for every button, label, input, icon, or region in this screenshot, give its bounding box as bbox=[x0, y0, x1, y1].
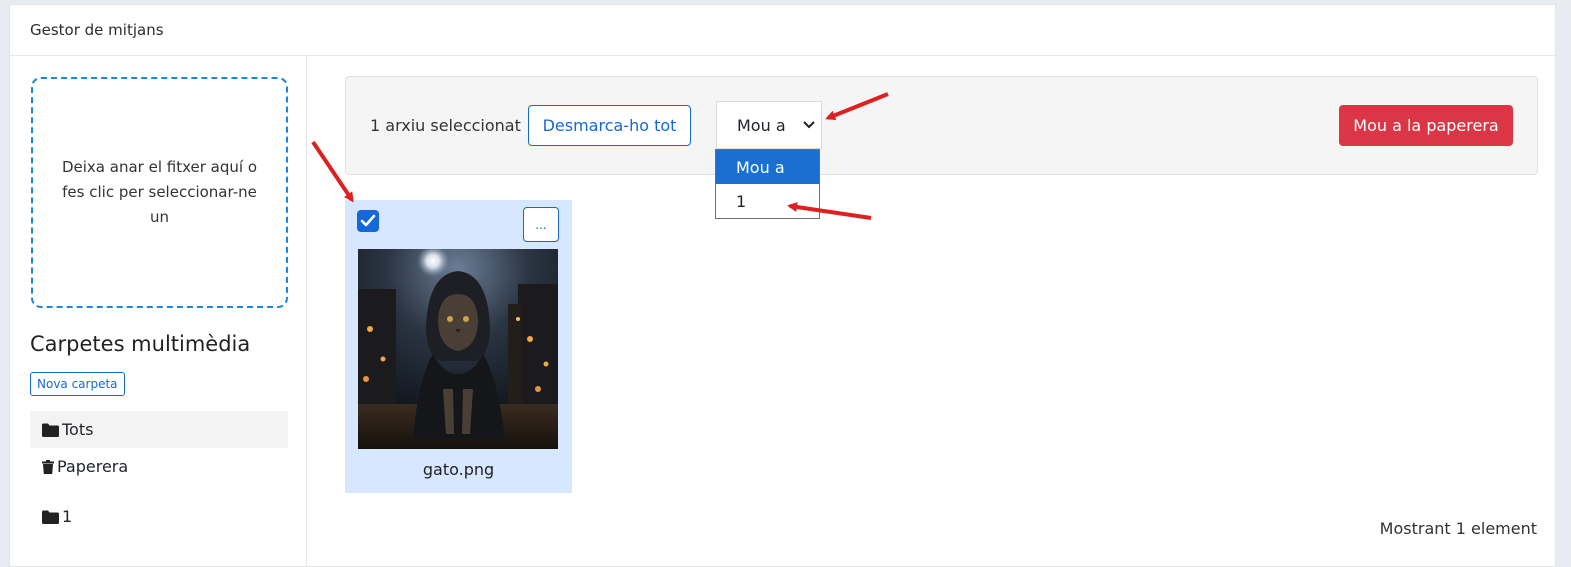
move-to-trash-button[interactable]: Mou a la paperera bbox=[1339, 105, 1513, 146]
media-filename: gato.png bbox=[422, 460, 495, 479]
new-folder-button[interactable]: Nova carpeta bbox=[30, 372, 125, 396]
media-options-button[interactable]: ... bbox=[523, 207, 559, 242]
sidebar-item-trash[interactable]: Paperera bbox=[30, 448, 288, 485]
move-to-select-value: Mou a bbox=[737, 115, 786, 135]
folder-icon bbox=[42, 423, 59, 437]
dropdown-option-move-to[interactable]: Mou a bbox=[716, 150, 819, 184]
media-card[interactable]: ... gato.png bbox=[345, 200, 572, 493]
file-dropzone[interactable]: Deixa anar el fitxer aquí o fes clic per… bbox=[31, 77, 288, 308]
sidebar-item-folder-1[interactable]: 1 bbox=[30, 498, 288, 535]
main-content: 1 arxiu seleccionat Desmarca-ho tot Mou … bbox=[307, 56, 1555, 566]
selection-toolbar: 1 arxiu seleccionat Desmarca-ho tot Mou … bbox=[345, 76, 1538, 175]
dropzone-text: Deixa anar el fitxer aquí o fes clic per… bbox=[61, 158, 257, 226]
panel-header: Gestor de mitjans bbox=[10, 5, 1555, 56]
sidebar-item-all[interactable]: Tots bbox=[30, 411, 288, 448]
move-to-dropdown-list[interactable]: Mou a 1 bbox=[715, 149, 820, 219]
item-count-text: Mostrant 1 element bbox=[1379, 519, 1537, 538]
page-title: Gestor de mitjans bbox=[30, 21, 164, 39]
media-thumbnail[interactable] bbox=[358, 249, 558, 449]
selection-count-text: 1 arxiu seleccionat bbox=[370, 116, 521, 135]
trash-icon bbox=[42, 459, 54, 474]
move-to-select[interactable]: Mou a bbox=[716, 101, 822, 149]
media-select-checkbox[interactable] bbox=[357, 210, 379, 232]
sidebar-item-label: Tots bbox=[62, 420, 94, 439]
chevron-down-icon bbox=[803, 121, 815, 129]
folders-title: Carpetes multimèdia bbox=[30, 332, 251, 356]
folder-icon bbox=[42, 510, 59, 524]
cat-thumbnail-image bbox=[358, 249, 558, 449]
sidebar-item-label: 1 bbox=[62, 507, 73, 526]
media-manager-panel: Gestor de mitjans Deixa anar el fitxer a… bbox=[9, 4, 1556, 567]
sidebar: Deixa anar el fitxer aquí o fes clic per… bbox=[10, 56, 307, 566]
unselect-all-button[interactable]: Desmarca-ho tot bbox=[528, 105, 691, 146]
checkmark-icon bbox=[360, 214, 376, 227]
sidebar-item-label: Paperera bbox=[57, 457, 129, 476]
dropdown-option-folder-1[interactable]: 1 bbox=[716, 184, 819, 218]
